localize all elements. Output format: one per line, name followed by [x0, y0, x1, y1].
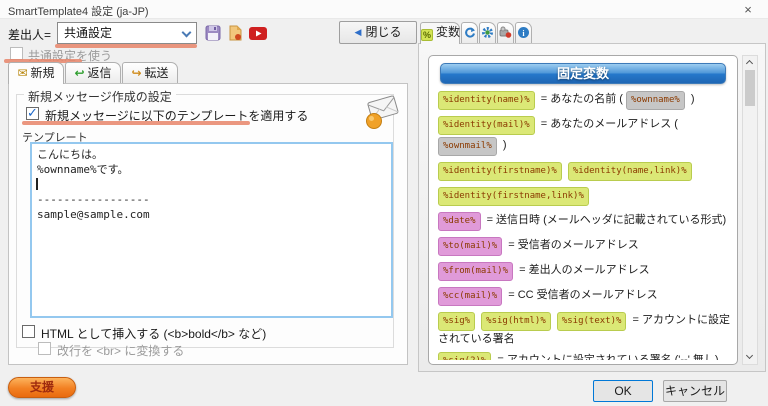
insert-html-checkbox[interactable] — [22, 325, 35, 338]
variable-description: = あなたのメールアドレス ( — [537, 118, 678, 130]
variable-description: = あなたの名前 ( — [537, 93, 627, 105]
variable-description: ) — [687, 93, 695, 105]
variable-badge[interactable]: %sig% — [438, 312, 476, 331]
variable-badge[interactable]: %sig(2)% — [438, 352, 492, 360]
info-icon: i — [516, 26, 531, 39]
chevron-down-icon — [181, 27, 192, 38]
variable-badge[interactable]: %ownmail% — [438, 137, 497, 156]
new-mail-icon: ✉ — [17, 66, 28, 80]
text-caret — [36, 178, 38, 190]
variable-row: %identity(firstname)% %identity(name,lin… — [438, 161, 738, 182]
close-button[interactable]: ◀ 閉じる — [339, 21, 417, 44]
from-label: 差出人= — [8, 28, 52, 42]
fixed-variables-header: 固定変数 — [440, 63, 726, 84]
tab-variables[interactable]: % 変数 — [420, 22, 460, 44]
cancel-button[interactable]: キャンセル — [663, 380, 727, 402]
variable-row: %identity(mail)% = あなたのメールアドレス ( %ownmai… — [438, 115, 738, 157]
tab-reply[interactable]: ↩ 返信 — [65, 62, 121, 83]
insert-html-label: HTML として挿入する (<b>bold</b> など) — [41, 327, 267, 341]
titlebar: SmartTemplate4 設定 (ja-JP) × — [0, 0, 768, 19]
variable-badge[interactable]: %identity(mail)% — [438, 116, 535, 135]
variable-row: %sig(2)% = アカウントに設定されている署名 ('--' 無し) — [438, 351, 738, 360]
variable-badge[interactable]: %to(mail)% — [438, 237, 503, 256]
convert-br-checkbox — [38, 342, 51, 355]
variable-badge[interactable]: %identity(firstname)% — [438, 162, 562, 181]
variable-description: = 差出人のメールアドレス — [516, 264, 650, 276]
window-title: SmartTemplate4 設定 (ja-JP) — [8, 6, 149, 18]
convert-br-label: 改行を <br> に変換する — [57, 344, 185, 358]
chevron-down-icon — [745, 351, 754, 360]
variable-badge[interactable]: %ownname% — [626, 91, 685, 110]
variable-description: ) — [499, 139, 507, 151]
support-button[interactable]: 支援 — [8, 377, 76, 398]
variable-badge[interactable]: %date% — [438, 212, 481, 231]
forward-icon: ↪ — [131, 66, 142, 80]
tab-variables-label: 変数 — [436, 25, 461, 39]
scrollbar[interactable] — [742, 55, 758, 365]
scroll-down-button[interactable] — [743, 351, 757, 364]
apply-template-checkbox[interactable] — [26, 105, 39, 121]
variable-row: %identity(firstname,link)% — [438, 186, 738, 207]
variable-row: %cc(mail)% = CC 受信者のメールアドレス — [438, 286, 738, 307]
compose-group-title: 新規メッセージ作成の設定 — [24, 88, 176, 105]
tab-forward[interactable]: ↪ 転送 — [122, 62, 178, 83]
scrollbar-thumb[interactable] — [745, 70, 755, 106]
tab-advanced[interactable] — [497, 22, 514, 43]
tab-new-label: 新規 — [30, 66, 55, 80]
variable-description: = アカウントに設定されている署名 ('--' 無し) — [494, 354, 719, 360]
template-textarea[interactable]: こんにちは。 %ownname%です。 ----------------- sa… — [30, 142, 393, 318]
tab-forward-label: 転送 — [144, 66, 169, 80]
tab-settings[interactable] — [479, 22, 496, 43]
gear-icon — [480, 26, 495, 39]
variable-row: %sig% %sig(html)% %sig(text)% = アカウントに設定… — [438, 311, 738, 347]
variable-description: = CC 受信者のメールアドレス — [505, 289, 658, 301]
back-arrow-icon: ◀ — [354, 27, 362, 37]
tab-new[interactable]: ✉ 新規 — [8, 62, 64, 84]
tab-refresh[interactable] — [461, 22, 478, 43]
variable-badge[interactable]: %sig(html)% — [481, 312, 551, 331]
tab-reply-label: 返信 — [87, 66, 112, 80]
envelope-graphic-icon — [363, 92, 403, 130]
ok-button[interactable]: OK — [593, 380, 653, 402]
refresh-icon — [462, 26, 477, 39]
variable-row: %from(mail)% = 差出人のメールアドレス — [438, 261, 738, 282]
save-icon[interactable] — [205, 25, 221, 41]
window-close-icon[interactable]: × — [738, 1, 758, 18]
identity-select[interactable]: 共通設定 — [57, 22, 197, 44]
reply-icon: ↩ — [74, 66, 85, 80]
variable-badge[interactable]: %sig(text)% — [556, 312, 627, 331]
variable-description: = 送信日時 (メールヘッダに記載されている形式) — [483, 214, 727, 226]
variable-badge[interactable]: %identity(name,link)% — [567, 162, 692, 181]
variable-row: %to(mail)% = 受信者のメールアドレス — [438, 236, 738, 257]
variable-badge[interactable]: %from(mail)% — [438, 262, 514, 281]
identity-select-value: 共通設定 — [64, 26, 113, 40]
variable-badge[interactable]: %identity(firstname,link)% — [438, 187, 589, 206]
smarttemplate-settings-window: SmartTemplate4 設定 (ja-JP) × 差出人= 共通設定 ◀ 閉… — [0, 0, 768, 406]
tab-info[interactable]: i — [515, 22, 532, 43]
close-button-label: 閉じる — [365, 25, 402, 39]
variable-row: %identity(name)% = あなたの名前 ( %ownname% ) — [438, 90, 738, 111]
youtube-icon[interactable] — [249, 27, 267, 40]
variable-badge[interactable]: %cc(mail)% — [438, 287, 503, 306]
chevron-up-icon — [745, 59, 754, 68]
variable-description: = 受信者のメールアドレス — [505, 239, 639, 251]
percent-icon: % — [421, 29, 433, 41]
variable-badge[interactable]: %identity(name)% — [438, 91, 535, 110]
variables-list: %identity(name)% = あなたの名前 ( %ownname% )%… — [438, 90, 738, 360]
template-file-icon[interactable] — [227, 25, 243, 41]
tools-icon — [498, 26, 513, 39]
variable-row: %date% = 送信日時 (メールヘッダに記載されている形式) — [438, 211, 738, 232]
scroll-up-button[interactable] — [743, 56, 757, 69]
annotation-underline-apply-template — [22, 121, 250, 125]
